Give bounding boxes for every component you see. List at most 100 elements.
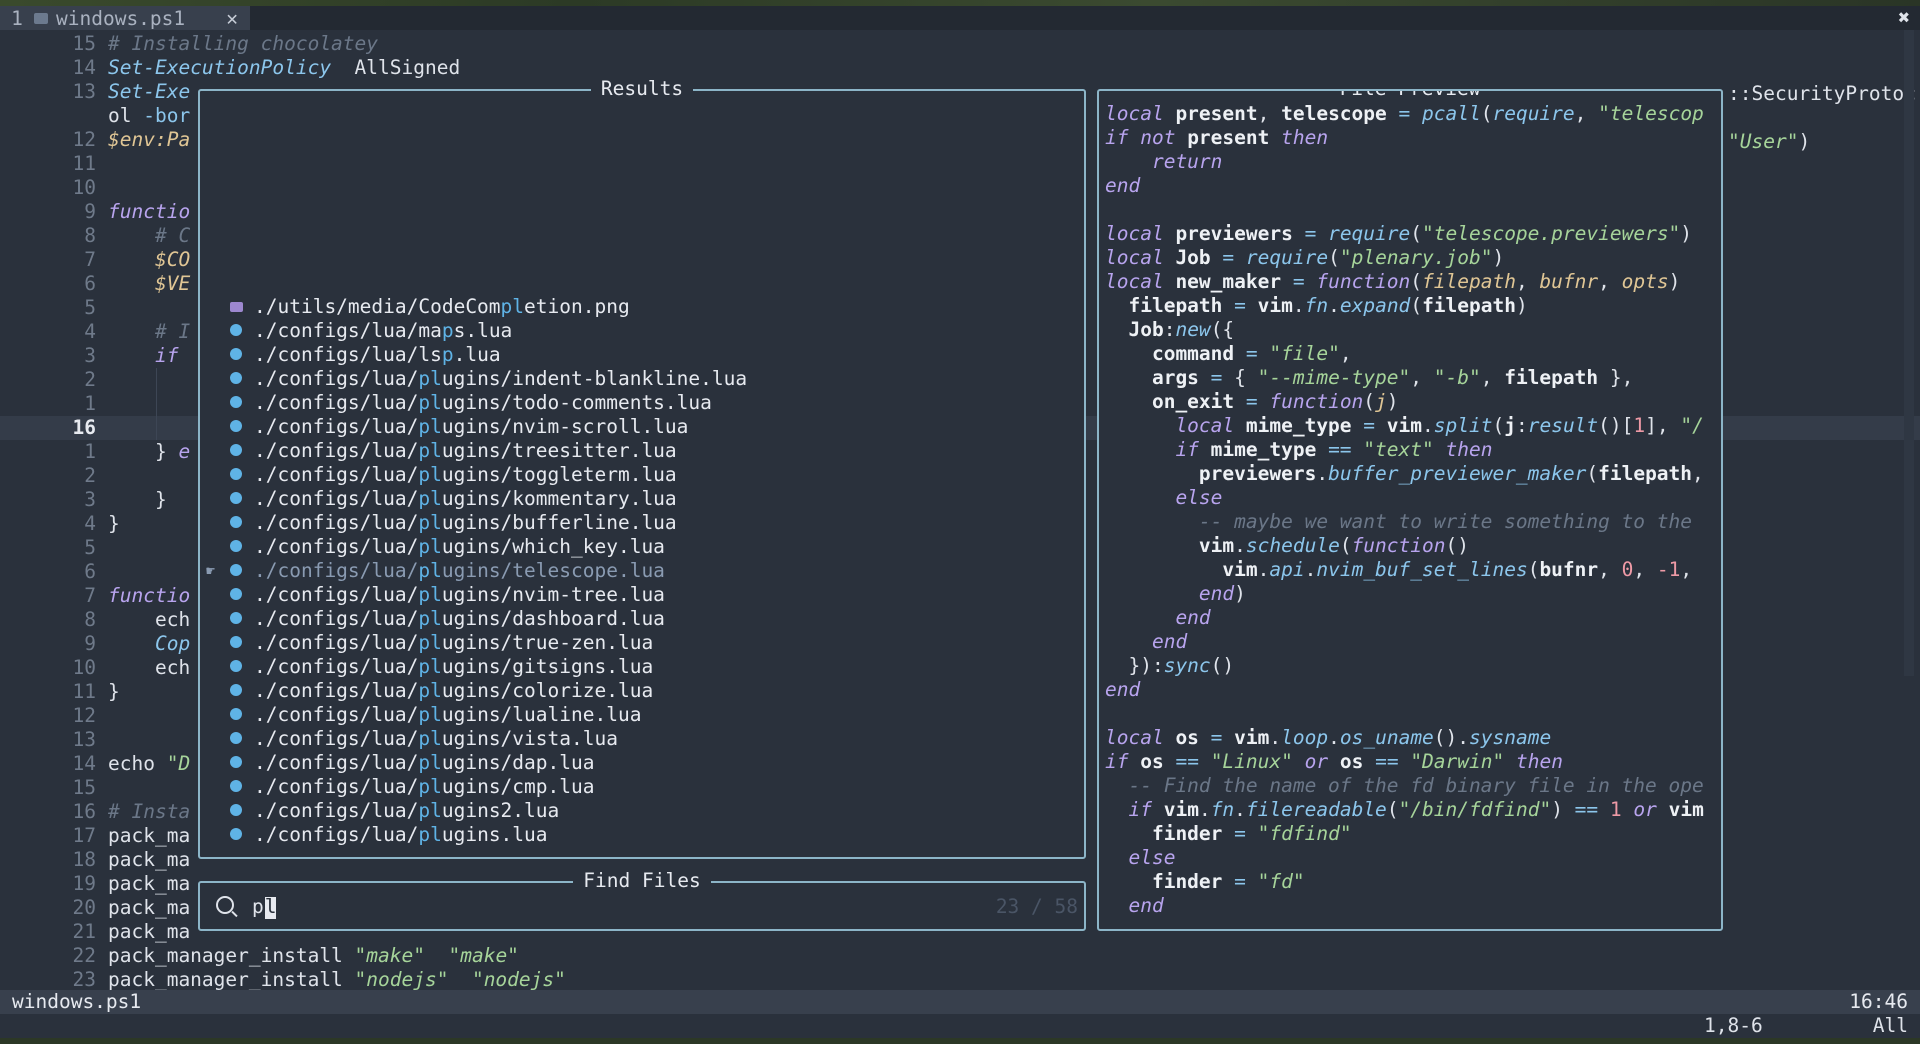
code-token: . [1422, 414, 1434, 437]
code-token: () [1445, 534, 1469, 557]
code-token: command [1105, 342, 1235, 365]
result-item[interactable]: ./configs/lua/maps.lua [200, 319, 747, 343]
line-number: 9 [84, 632, 96, 655]
preview-line: return [1105, 150, 1704, 174]
code-token: filepath [1105, 294, 1223, 317]
result-item[interactable]: ./configs/lua/plugins/todo-comments.lua [200, 391, 747, 415]
code-token: sysname [1469, 726, 1552, 749]
line-number: 5 [84, 296, 96, 319]
editor-line[interactable]: 22 pack_manager_install "make" "make" [0, 944, 1920, 968]
result-path-text: ./configs/lua/ [254, 703, 419, 726]
lua-file-icon [230, 588, 242, 600]
line-number: 5 [84, 536, 96, 559]
code-token: vim [1105, 558, 1258, 581]
line-code: echo "D [108, 752, 190, 776]
code-token: else [1105, 486, 1223, 509]
result-item[interactable]: ./utils/media/CodeCompletion.png [200, 295, 747, 319]
result-path-text: s.lua [453, 319, 513, 342]
result-path-text: ugins/colorize.lua [441, 679, 654, 702]
result-item[interactable]: ./configs/lua/plugins/vista.lua [200, 727, 747, 751]
lua-file-icon [230, 660, 242, 672]
result-item[interactable]: ./configs/lua/plugins/cmp.lua [200, 775, 747, 799]
code-token: 1 [1633, 414, 1646, 437]
scrollbar[interactable] [1904, 30, 1914, 676]
code-token: if [1105, 798, 1152, 821]
line-number: 12 [72, 128, 96, 151]
code-token: ::SecurityProtoc [1728, 82, 1916, 105]
lua-file-icon [230, 564, 242, 576]
line-number: 21 [72, 920, 96, 943]
tab-close-icon[interactable]: ✕ [226, 7, 238, 30]
result-path-text: ./configs/lua/ [254, 751, 419, 774]
lua-file-icon [230, 468, 242, 480]
result-item[interactable]: ./configs/lua/plugins/dashboard.lua [200, 607, 747, 631]
result-item[interactable]: ./configs/lua/plugins/true-zen.lua [200, 631, 747, 655]
code-token: ( [1363, 390, 1376, 413]
result-item[interactable]: ./configs/lua/plugins/indent-blankline.l… [200, 367, 747, 391]
indent-guide [156, 368, 157, 440]
code-token: "Linux" [1210, 750, 1293, 773]
code-token: "-b" [1433, 366, 1481, 389]
code-token: os [1128, 750, 1164, 773]
result-item[interactable]: ./configs/lua/lsp.lua [200, 343, 747, 367]
result-path-text: ugins/nvim-tree.lua [441, 583, 665, 606]
code-token: }): [1105, 654, 1164, 677]
preview-line: else [1105, 486, 1704, 510]
code-token: ) [1668, 270, 1681, 293]
window-close-icon[interactable]: ✖ [1898, 6, 1910, 29]
code-token: . [1234, 798, 1246, 821]
result-item[interactable]: ./configs/lua/plugins/which_key.lua [200, 535, 747, 559]
window-bottom-edge [0, 1038, 1920, 1044]
result-item[interactable]: ./configs/lua/plugins/nvim-tree.lua [200, 583, 747, 607]
result-item[interactable]: ./configs/lua/plugins/gitsigns.lua [200, 655, 747, 679]
code-token: expand [1339, 294, 1411, 317]
line-number: 16 [72, 416, 96, 439]
code-token: end [1105, 582, 1235, 605]
editor-line[interactable]: 15 # Installing chocolatey [0, 32, 1920, 56]
result-path-text: ugins/gitsigns.lua [441, 655, 654, 678]
result-path-text: ugins/vista.lua [441, 727, 618, 750]
search-input[interactable]: pl [252, 895, 277, 919]
code-token: require [1245, 246, 1329, 269]
code-token: , [1633, 558, 1657, 581]
code-token: os_uname [1339, 726, 1434, 749]
line-code: functio [108, 200, 190, 224]
code-token: = [1210, 246, 1246, 269]
result-item[interactable]: ./configs/lua/plugins/lualine.lua [200, 703, 747, 727]
result-item[interactable]: ./configs/lua/plugins/dap.lua [200, 751, 747, 775]
code-token: = [1351, 414, 1387, 437]
line-code: $env:Pa [108, 128, 190, 152]
tab-windows-ps1[interactable]: 1 windows.ps1 ✕ [0, 6, 250, 30]
result-item[interactable]: ./configs/lua/plugins/treesitter.lua [200, 439, 747, 463]
code-token: , [1339, 342, 1352, 365]
code-token: (). [1433, 726, 1470, 749]
editor-line[interactable]: 14 Set-ExecutionPolicy AllSigned [0, 56, 1920, 80]
result-path-text: ugins/dap.lua [441, 751, 595, 774]
match-highlight: pl [418, 367, 442, 390]
editor-line[interactable]: 23 pack_manager_install "nodejs" "nodejs" [0, 968, 1920, 992]
result-item[interactable]: ./configs/lua/plugins/nvim-scroll.lua [200, 415, 747, 439]
result-path-text: ./configs/lua/ [254, 367, 419, 390]
preview-line: args = { "--mime-type", "-b", filepath }… [1105, 366, 1704, 390]
result-path-text: etion.png [524, 295, 630, 318]
match-highlight: pl [418, 391, 442, 414]
line-number: 14 [72, 752, 96, 775]
result-item[interactable]: ☛ ./configs/lua/plugins/telescope.lua [200, 559, 747, 583]
command-line[interactable]: 1,8-6 All [0, 1014, 1920, 1038]
result-path-text: ./configs/lua/ [254, 727, 419, 750]
code-token: echo [108, 752, 167, 775]
result-item[interactable]: ./configs/lua/plugins/kommentary.lua [200, 487, 747, 511]
code-token: ol [108, 104, 144, 127]
code-token: function [1316, 270, 1411, 293]
line-number: 7 [84, 584, 96, 607]
result-item[interactable]: ./configs/lua/plugins/colorize.lua [200, 679, 747, 703]
result-item[interactable]: ./configs/lua/plugins/bufferline.lua [200, 511, 747, 535]
result-item[interactable]: ./configs/lua/plugins.lua [200, 823, 747, 847]
result-path-text: ./configs/lua/ [254, 415, 419, 438]
result-item[interactable]: ./configs/lua/plugins/toggleterm.lua [200, 463, 747, 487]
result-item[interactable]: ./configs/lua/plugins2.lua [200, 799, 747, 823]
preview-line: -- Find the name of the fd binary file i… [1105, 774, 1704, 798]
